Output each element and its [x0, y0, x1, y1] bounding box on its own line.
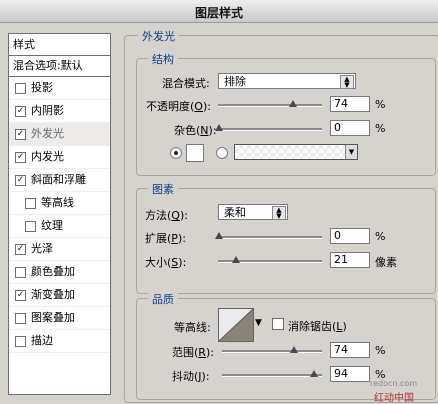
antialias-label: 消除锯齿(L): [288, 320, 347, 333]
blend-options-item[interactable]: 混合选项:默认: [9, 56, 110, 77]
style-item-label: 颜色叠加: [31, 265, 75, 278]
percent-label: %: [375, 122, 386, 135]
outer-glow-title: 外发光: [138, 28, 179, 44]
noise-label: 杂色(N):: [174, 124, 217, 137]
style-item[interactable]: 等高线: [9, 192, 110, 215]
spread-input[interactable]: 0: [330, 228, 370, 244]
range-input[interactable]: 74: [330, 342, 370, 358]
slider-thumb[interactable]: [215, 124, 223, 131]
size-label: 大小(S):: [145, 256, 187, 269]
style-item[interactable]: ✓ 内发光: [9, 146, 110, 169]
unchecked-checkbox[interactable]: [15, 336, 26, 347]
contour-picker[interactable]: [218, 308, 254, 342]
style-item[interactable]: ✓ 渐变叠加: [9, 284, 110, 307]
method-select[interactable]: 柔和 ▲ ▼: [218, 204, 288, 220]
chevron-down-icon: ▼: [345, 145, 357, 159]
settings-area: 外发光 结构 混合模式: 排除 ▲ ▼ 不透明度(O): 74 % 杂色(N): …: [118, 26, 438, 404]
blend-mode-select[interactable]: 排除 ▲ ▼: [218, 73, 356, 89]
contour-curve-icon: [219, 309, 253, 341]
checked-checkbox[interactable]: ✓: [15, 244, 26, 255]
elements-title: 图素: [148, 181, 178, 197]
style-item[interactable]: ✓ 斜面和浮雕: [9, 169, 110, 192]
noise-input[interactable]: 0: [330, 120, 370, 136]
color-radio[interactable]: [170, 147, 182, 159]
range-label: 范围(R):: [172, 346, 214, 359]
gradient-picker[interactable]: ▼: [234, 144, 358, 160]
opacity-label: 不透明度(O):: [146, 100, 211, 113]
checked-checkbox[interactable]: ✓: [15, 290, 26, 301]
slider-thumb[interactable]: [289, 100, 297, 107]
opacity-slider[interactable]: [218, 100, 322, 107]
updown-arrows-icon: ▲ ▼: [340, 75, 354, 89]
blend-mode-value: 排除: [224, 75, 246, 88]
noise-slider[interactable]: [215, 124, 322, 131]
watermark-logo: 红动中国: [374, 393, 414, 404]
style-item-label: 纹理: [41, 219, 63, 232]
method-label: 方法(Q):: [145, 209, 188, 222]
spread-slider[interactable]: [215, 232, 322, 239]
style-item-label: 内发光: [31, 150, 64, 163]
style-item[interactable]: 纹理: [9, 215, 110, 238]
style-item-label: 外发光: [31, 127, 64, 140]
spread-label: 扩展(P):: [145, 232, 186, 245]
size-input[interactable]: 21: [330, 252, 370, 268]
slider-thumb[interactable]: [310, 370, 318, 377]
gradient-radio[interactable]: [216, 147, 228, 159]
size-unit-label: 像素: [375, 256, 397, 269]
style-list: 投影 ✓ 内阴影 ✓ 外发光 ✓ 内发光 ✓ 斜面和浮雕等高线纹理 ✓ 光泽颜色叠加 ✓ 渐变叠加图案叠…: [9, 77, 110, 353]
slider-thumb[interactable]: [290, 346, 298, 353]
structure-title: 结构: [148, 51, 178, 67]
jitter-input[interactable]: 94: [330, 366, 370, 382]
style-item-label: 图案叠加: [31, 311, 75, 324]
style-item[interactable]: 投影: [9, 77, 110, 100]
blend-mode-label: 混合模式:: [162, 77, 210, 90]
styles-panel: 样式 混合选项:默认 投影 ✓ 内阴影 ✓ 外发光 ✓ 内发光 ✓ 斜面和浮雕等高线纹理 ✓ 光泽颜…: [8, 33, 111, 395]
window-title: 图层样式: [194, 6, 243, 20]
slider-thumb[interactable]: [215, 232, 223, 239]
antialias-checkbox[interactable]: [272, 318, 284, 330]
contour-label: 等高线:: [174, 321, 211, 334]
checked-checkbox[interactable]: ✓: [15, 129, 26, 140]
jitter-slider[interactable]: [222, 370, 322, 377]
unchecked-checkbox[interactable]: [15, 267, 26, 278]
style-item[interactable]: ✓ 内阴影: [9, 100, 110, 123]
style-item-label: 斜面和浮雕: [31, 173, 86, 186]
updown-arrows-icon: ▲ ▼: [272, 206, 286, 220]
style-item-label: 投影: [31, 81, 53, 94]
size-slider[interactable]: [218, 256, 322, 263]
title-bar: 图层样式: [0, 0, 438, 23]
range-slider[interactable]: [222, 346, 322, 353]
unchecked-checkbox[interactable]: [25, 221, 36, 232]
style-item[interactable]: ✓ 光泽: [9, 238, 110, 261]
watermark-url: redocn.com: [370, 379, 418, 388]
style-item-label: 描边: [31, 334, 53, 347]
checked-checkbox[interactable]: ✓: [15, 175, 26, 186]
checked-checkbox[interactable]: ✓: [15, 106, 26, 117]
method-value: 柔和: [224, 206, 246, 219]
color-swatch[interactable]: [186, 144, 204, 162]
styles-header[interactable]: 样式: [9, 34, 110, 56]
style-item[interactable]: ✓ 外发光: [9, 123, 110, 146]
style-item[interactable]: 颜色叠加: [9, 261, 110, 284]
unchecked-checkbox[interactable]: [25, 198, 36, 209]
style-item[interactable]: 描边: [9, 330, 110, 353]
style-item-label: 光泽: [31, 242, 53, 255]
opacity-input[interactable]: 74: [330, 96, 370, 112]
style-item-label: 内阴影: [31, 104, 64, 117]
chevron-down-icon[interactable]: ▼: [255, 318, 262, 328]
checked-checkbox[interactable]: ✓: [15, 152, 26, 163]
quality-title: 品质: [148, 291, 178, 307]
style-item-label: 渐变叠加: [31, 288, 75, 301]
style-item-label: 等高线: [41, 196, 74, 209]
slider-thumb[interactable]: [232, 256, 240, 263]
unchecked-checkbox[interactable]: [15, 313, 26, 324]
percent-label: %: [375, 98, 386, 111]
unchecked-checkbox[interactable]: [15, 83, 26, 94]
jitter-label: 抖动(J):: [172, 370, 210, 383]
style-item[interactable]: 图案叠加: [9, 307, 110, 330]
percent-label: %: [375, 230, 386, 243]
percent-label: %: [375, 344, 386, 357]
